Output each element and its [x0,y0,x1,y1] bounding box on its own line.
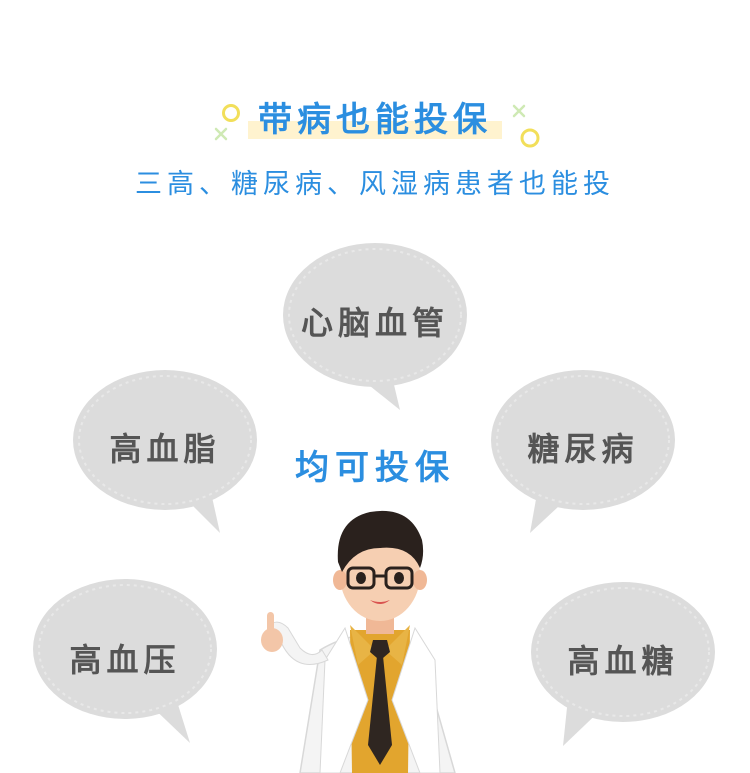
circle-icon [520,128,540,148]
cross-icon [214,127,228,141]
cross-icon [512,104,526,118]
cloud-label: 心脑血管 [300,304,449,342]
center-caption: 均可投保 [295,448,455,488]
cloud-left-lower: 高血压 [30,575,220,745]
circle-icon [222,104,240,122]
page-title: 带病也能投保 [248,92,502,141]
page-title-text: 带病也能投保 [258,100,492,140]
subtitle: 三高、糖尿病、风湿病患者也能投 [135,169,615,200]
cloud-label: 高血压 [69,641,181,679]
cloud-label: 高血糖 [567,642,679,680]
cloud-top: 心脑血管 [280,240,470,415]
cloud-right-lower: 高血糖 [528,578,718,748]
doctor-illustration [261,510,456,773]
header: 带病也能投保 [0,92,750,141]
